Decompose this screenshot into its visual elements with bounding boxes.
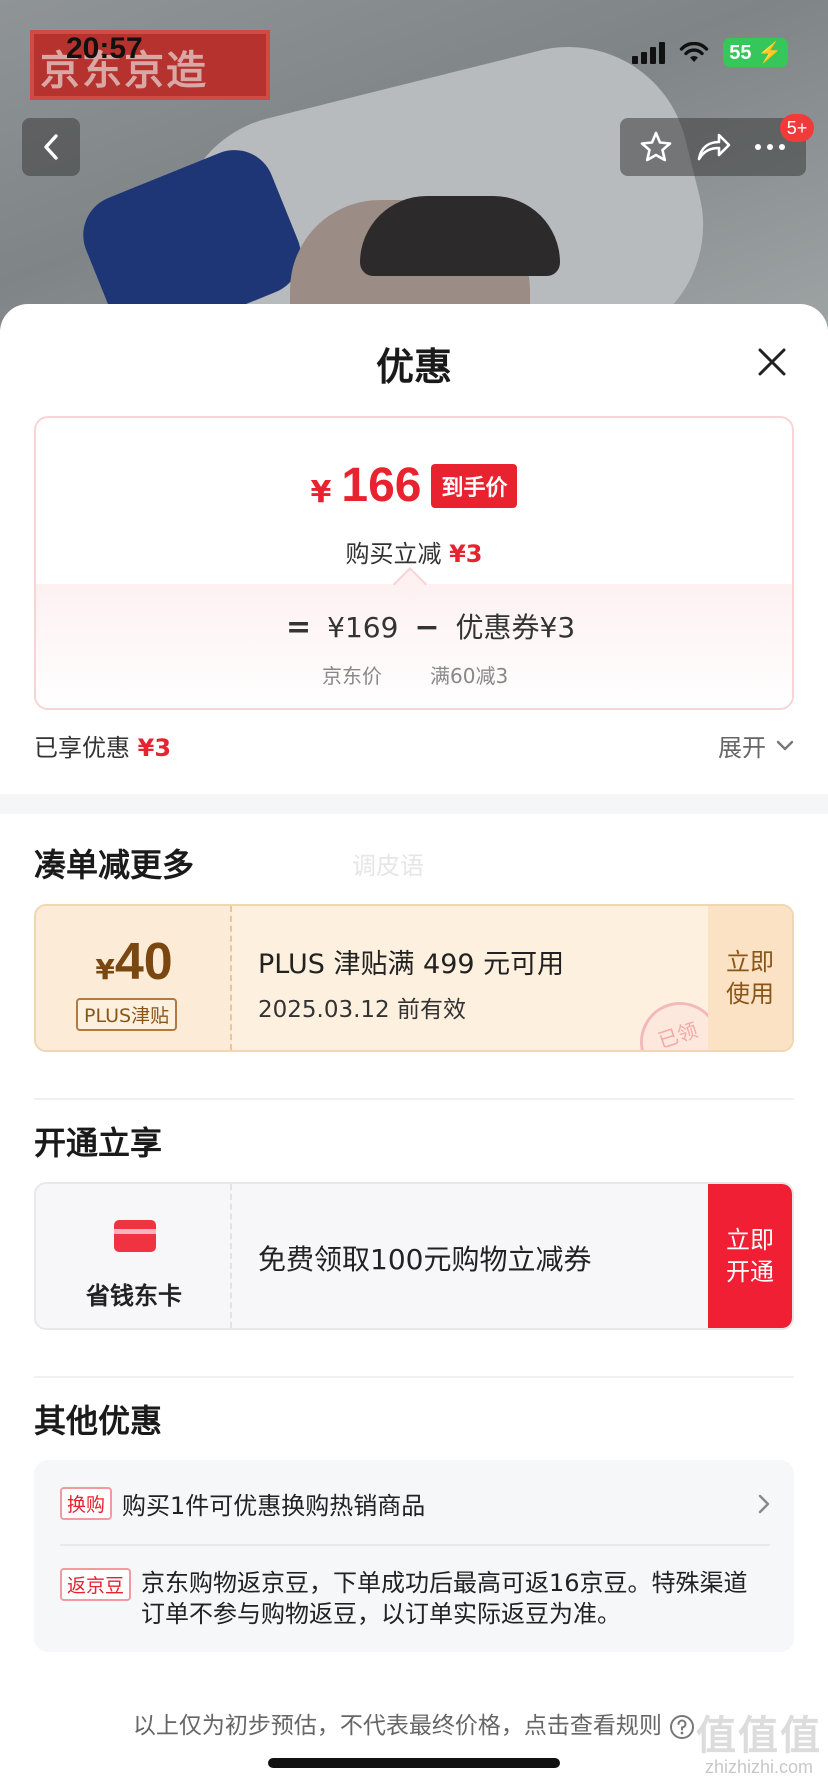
price-breakdown-card: ¥ 166 到手价 购买立减 ¥3 = ¥169 − 优惠券¥3 京东价 满60… — [34, 416, 794, 710]
jd-bean-offer-row: 返京豆 京东购物返京豆，下单成功后最高可返16京豆。特殊渠道订单不参与购物返豆，… — [60, 1568, 770, 1630]
site-watermark-logo: 值值值 — [696, 1714, 822, 1758]
trade-in-offer-row[interactable]: 换购 购买1件可优惠换购热销商品 — [60, 1486, 770, 1521]
back-button[interactable] — [22, 118, 80, 176]
money-saving-card[interactable]: 省钱东卡 免费领取100元购物立减券 立即开通 — [34, 1182, 794, 1330]
expand-label: 展开 — [718, 734, 766, 762]
activate-section-title: 开通立享 — [34, 1124, 163, 1162]
instant-reduce-label: 购买立减 — [345, 540, 442, 568]
use-now-label: 立即使用 — [726, 947, 774, 1008]
coupon-value: 40 — [114, 933, 173, 991]
top-action-bar — [620, 118, 806, 176]
chevron-right-icon — [758, 1494, 770, 1513]
chevron-down-icon — [776, 740, 794, 750]
trade-in-tag: 换购 — [60, 1487, 113, 1520]
wifi-icon — [680, 41, 709, 62]
plus-tag: PLUS津贴 — [76, 998, 178, 1031]
favorite-star-icon[interactable] — [639, 130, 673, 164]
activate-now-label: 立即开通 — [726, 1225, 774, 1286]
coupon-currency: ¥ — [95, 953, 115, 986]
equals-sign: = — [286, 610, 312, 645]
final-price-tag: 到手价 — [431, 463, 518, 508]
card-badge-block: 省钱东卡 — [36, 1184, 232, 1328]
enjoyed-discount: 已享优惠 ¥3 — [34, 728, 171, 763]
coupon-description: PLUS 津贴满 499 元可用 — [258, 949, 565, 980]
coupon-deduction: 优惠券¥3 — [455, 611, 576, 644]
expand-toggle[interactable]: 展开 — [718, 728, 794, 763]
credit-card-icon — [114, 1220, 156, 1252]
other-offers-box: 换购 购买1件可优惠换购热销商品 返京豆 京东购物返京豆，下单成功后最高可返16… — [34, 1460, 794, 1652]
divider-line — [34, 1098, 794, 1100]
row-divider — [60, 1544, 770, 1546]
enjoyed-label: 已享优惠 — [34, 734, 130, 762]
currency-symbol: ¥ — [310, 475, 332, 510]
chevron-left-icon — [44, 134, 58, 160]
rules-note-text: 以上仅为初步预估，不代表最终价格，点击查看规则 — [132, 1713, 662, 1739]
coupon-rule-label: 满60减3 — [430, 664, 509, 688]
price-formula: = ¥169 − 优惠券¥3 — [286, 606, 575, 646]
site-watermark-url: zhizhizhi.com — [704, 1757, 814, 1777]
section-divider — [0, 794, 828, 814]
instant-reduce-line: 购买立减 ¥3 — [36, 534, 792, 569]
card-name: 省钱东卡 — [86, 1282, 182, 1310]
battery-indicator: 55 ⚡ — [723, 38, 788, 67]
jd-price-label: 京东价 — [322, 664, 382, 688]
trade-in-text: 购买1件可优惠换购热销商品 — [122, 1492, 426, 1520]
more-icon[interactable] — [753, 142, 787, 152]
divider-line — [34, 1376, 794, 1378]
coupon-valid-date: 2025.03.12 前有效 — [258, 997, 466, 1023]
final-price-line: ¥ 166 到手价 — [36, 458, 792, 513]
site-watermark: 值值值 zhizhizhi.com — [696, 1714, 822, 1778]
bundle-section-title: 凑单减更多 — [34, 846, 195, 884]
sheet-title: 优惠 — [375, 345, 452, 389]
jd-bean-tag: 返京豆 — [60, 1568, 132, 1601]
discount-sheet: 优惠 ¥ 166 到手价 购买立减 ¥3 = ¥169 − 优惠券¥3 京东价 — [0, 304, 828, 1792]
price-formula-area: = ¥169 − 优惠券¥3 京东价 满60减3 — [36, 567, 792, 708]
card-offer-description: 免费领取100元购物立减券 — [258, 1243, 592, 1276]
use-now-button[interactable]: 立即使用 — [708, 906, 792, 1050]
plus-coupon-card[interactable]: ¥40 PLUS津贴 PLUS 津贴满 499 元可用 2025.03.12 前… — [34, 904, 794, 1052]
enjoyed-amount: ¥3 — [137, 734, 172, 762]
jd-price: ¥169 — [327, 611, 399, 644]
status-time: 20:57 — [66, 32, 143, 65]
minus-sign: − — [414, 610, 440, 645]
final-price-area: ¥ 166 到手价 购买立减 ¥3 — [36, 418, 792, 584]
battery-level: 55 — [729, 42, 752, 64]
cellular-signal-icon — [632, 41, 666, 64]
share-icon[interactable] — [695, 131, 731, 163]
activate-now-button[interactable]: 立即开通 — [708, 1184, 792, 1328]
model-hair — [360, 196, 560, 276]
jd-bean-text: 京东购物返京豆，下单成功后最高可返16京豆。特殊渠道订单不参与购物返豆，以订单实… — [141, 1569, 748, 1629]
other-section-title: 其他优惠 — [34, 1402, 163, 1440]
instant-reduce-amount: ¥3 — [449, 540, 483, 568]
status-icons: 55 ⚡ — [632, 38, 788, 67]
final-price: 166 — [341, 459, 422, 512]
close-icon[interactable] — [752, 342, 792, 382]
home-indicator[interactable] — [268, 1758, 560, 1768]
coupon-amount: ¥40 — [36, 932, 232, 992]
help-icon — [670, 1714, 695, 1739]
message-count-badge: 5+ — [780, 114, 814, 142]
watermark-text: 调皮语 — [352, 852, 424, 880]
coupon-amount-block: ¥40 PLUS津贴 — [36, 906, 232, 1050]
